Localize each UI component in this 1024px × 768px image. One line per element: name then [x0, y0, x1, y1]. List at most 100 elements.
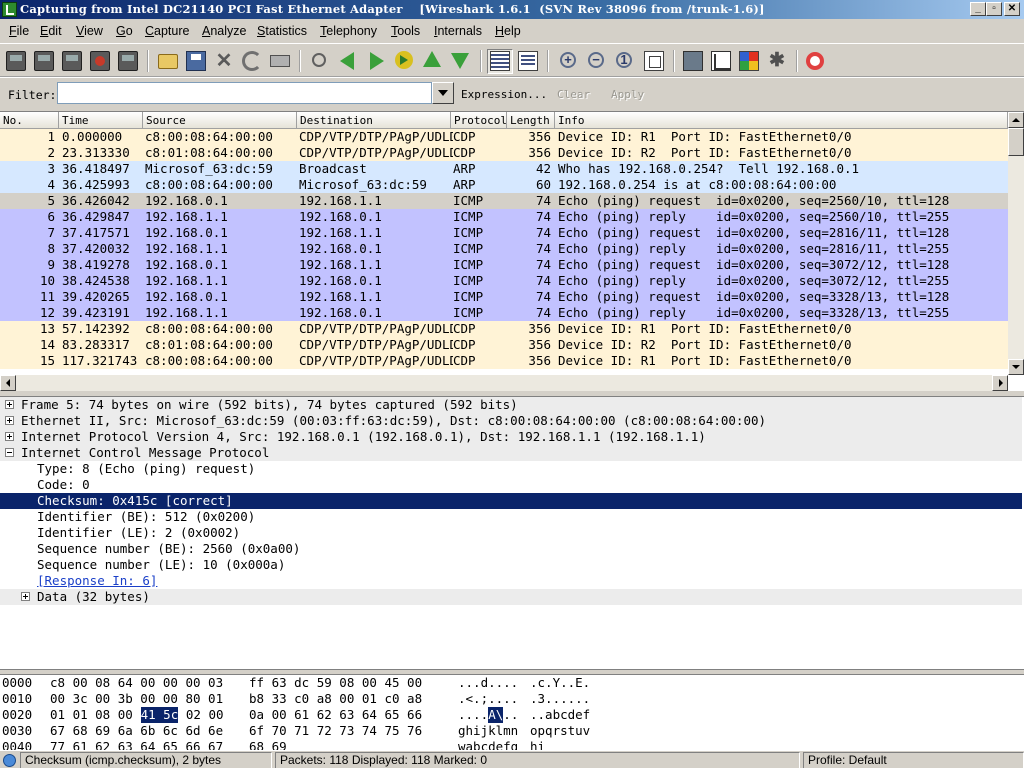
detail-tree-item[interactable]: Frame 5: 74 bytes on wire (592 bits), 74… [0, 397, 1022, 413]
restart-capture-icon[interactable] [118, 51, 138, 71]
packet-row[interactable]: 13 57.142392 c8:00:08:64:00:00 CDP/VTP/DTP/… [0, 321, 1008, 337]
go-forward-icon[interactable] [370, 52, 384, 70]
detail-tree-item[interactable]: [Response In: 6] [0, 573, 1022, 589]
menu-help[interactable]: Help [495, 24, 521, 38]
menu-edit[interactable]: Edit [40, 24, 62, 38]
display-filters-icon[interactable] [711, 51, 731, 71]
packet-row[interactable]: 9 38.419278 192.168.0.1 192.168.1.1 ICMP 74 Ec… [0, 257, 1008, 273]
packet-row[interactable]: 15 117.321743 c8:00:08:64:00:00 CDP/VTP/DTP… [0, 353, 1008, 369]
column-header-destination[interactable]: Destination [297, 112, 451, 129]
expression-button[interactable]: Expression... [461, 88, 547, 101]
scroll-down-button[interactable] [1008, 359, 1024, 375]
column-header-source[interactable]: Source [143, 112, 297, 129]
detail-tree-item[interactable]: Identifier (LE): 2 (0x0002) [0, 525, 1022, 541]
packet-row[interactable]: 6 36.429847 192.168.1.1 192.168.0.1 ICMP 74 Ec… [0, 209, 1008, 225]
packet-row[interactable]: 8 37.420032 192.168.1.1 192.168.0.1 ICMP 74 Ec… [0, 241, 1008, 257]
detail-tree-item[interactable]: Ethernet II, Src: Microsof_63:dc:59 (00:… [0, 413, 1022, 429]
start-capture-icon[interactable] [62, 51, 82, 71]
packet-row[interactable]: 12 39.423191 192.168.1.1 192.168.0.1 ICMP 74 E… [0, 305, 1008, 321]
expand-icon[interactable] [5, 432, 14, 441]
capture-filters-icon[interactable] [683, 51, 703, 71]
coloring-rules-icon[interactable] [739, 51, 759, 71]
packet-row[interactable]: 4 36.425993 c8:00:08:64:00:00 Microsof_63:d… [0, 177, 1008, 193]
packet-row[interactable]: 5 36.426042 192.168.0.1 192.168.1.1 ICMP 74 Ec… [0, 193, 1008, 209]
detail-tree-item[interactable]: Data (32 bytes) [0, 589, 1022, 605]
column-header-protocol[interactable]: Protocol [451, 112, 507, 129]
colorize-icon[interactable] [490, 51, 510, 71]
detail-tree-item[interactable]: Internet Control Message Protocol [0, 445, 1022, 461]
detail-tree-item[interactable]: Sequence number (LE): 10 (0x000a) [0, 557, 1022, 573]
detail-tree-item[interactable]: Internet Protocol Version 4, Src: 192.16… [0, 429, 1022, 445]
menu-telephony[interactable]: Telephony [320, 24, 377, 38]
menu-file[interactable]: File [9, 24, 29, 38]
packet-row[interactable]: 14 83.283317 c8:01:08:64:00:00 CDP/VTP/DTP/… [0, 337, 1008, 353]
last-packet-icon[interactable] [451, 53, 469, 69]
filter-dropdown-button[interactable] [432, 82, 454, 104]
column-header-no[interactable]: No. [0, 112, 59, 129]
resize-columns-icon[interactable] [644, 51, 664, 71]
menu-tools[interactable]: Tools [391, 24, 420, 38]
hex-dump-row[interactable]: 0000 c8 00 08 64 00 00 00 03 ff 63 dc 59 0… [0, 675, 1024, 691]
menu-internals[interactable]: Internals [434, 24, 482, 38]
packet-row[interactable]: 11 39.420265 192.168.0.1 192.168.1.1 ICMP 74 E… [0, 289, 1008, 305]
packet-row[interactable]: 10 38.424538 192.168.1.1 192.168.0.1 ICMP 74 E… [0, 273, 1008, 289]
apply-button[interactable]: Apply [611, 88, 644, 101]
packet-row[interactable]: 3 36.418497 Microsof_63:dc:59 Broadcast ARP 4… [0, 161, 1008, 177]
expand-icon[interactable] [21, 592, 30, 601]
scroll-left-button[interactable] [0, 375, 16, 391]
scroll-up-button[interactable] [1008, 112, 1024, 128]
column-header-time[interactable]: Time [59, 112, 143, 129]
hex-dump-row[interactable]: 0010 00 3c 00 3b 00 00 80 01 b8 33 c0 a8 0… [0, 691, 1024, 707]
detail-tree-item[interactable]: Checksum: 0x415c [correct] [0, 493, 1022, 509]
close-file-icon[interactable]: ✕ [214, 51, 234, 71]
preferences-icon[interactable]: ✱ [767, 51, 787, 71]
scroll-right-button[interactable] [992, 375, 1008, 391]
hex-dump-row[interactable]: 0020 01 01 08 00 41 5c 02 00 0a 00 61 62 6… [0, 707, 1024, 723]
interface-list-icon[interactable] [6, 51, 26, 71]
open-file-icon[interactable] [158, 54, 178, 69]
packet-row[interactable]: 1 0.000000 c8:00:08:64:00:00 CDP/VTP/DTP/PA… [0, 129, 1008, 145]
stop-capture-icon[interactable] [90, 51, 110, 71]
expert-info-icon[interactable] [3, 754, 16, 767]
clear-button[interactable]: Clear [557, 88, 590, 101]
packet-row[interactable]: 2 23.313330 c8:01:08:64:00:00 CDP/VTP/DTP/P… [0, 145, 1008, 161]
reload-icon[interactable] [242, 51, 262, 71]
column-header-info[interactable]: Info [555, 112, 1008, 129]
menu-go[interactable]: Go [116, 24, 133, 38]
capture-options-icon[interactable] [34, 51, 54, 71]
expand-icon[interactable] [5, 400, 14, 409]
help-icon[interactable] [806, 52, 824, 70]
hex-dump-row[interactable]: 0030 67 68 69 6a 6b 6c 6d 6e 6f 70 71 72 7… [0, 723, 1024, 739]
minimize-button[interactable]: _ [970, 2, 986, 16]
response-link[interactable]: [Response In: 6] [37, 573, 157, 589]
column-header-length[interactable]: Length [507, 112, 555, 129]
menu-capture[interactable]: Capture [145, 24, 189, 38]
normal-size-icon[interactable]: 1 [616, 52, 632, 68]
close-button[interactable]: ✕ [1004, 2, 1020, 16]
zoom-out-icon[interactable]: − [588, 52, 604, 68]
go-to-packet-icon[interactable] [395, 51, 413, 69]
detail-tree-item[interactable]: Sequence number (BE): 2560 (0x0a00) [0, 541, 1022, 557]
expand-icon[interactable] [5, 416, 14, 425]
detail-tree-item[interactable]: Code: 0 [0, 477, 1022, 493]
first-packet-icon[interactable] [423, 51, 441, 67]
detail-tree-item[interactable]: Identifier (BE): 512 (0x0200) [0, 509, 1022, 525]
title-bar[interactable]: Capturing from Intel DC21140 PCI Fast Et… [0, 0, 1024, 19]
go-back-icon[interactable] [340, 52, 354, 70]
find-packet-icon[interactable] [312, 53, 326, 67]
packet-list-hscrollbar[interactable] [0, 375, 1008, 392]
packet-row[interactable]: 7 37.417571 192.168.0.1 192.168.1.1 ICMP 74 Ec… [0, 225, 1008, 241]
menu-analyze[interactable]: Analyze [202, 24, 246, 38]
collapse-icon[interactable] [5, 448, 14, 457]
menu-view[interactable]: View [76, 24, 103, 38]
menu-statistics[interactable]: Statistics [257, 24, 307, 38]
auto-scroll-icon[interactable] [518, 51, 538, 71]
zoom-in-icon[interactable]: + [560, 52, 576, 68]
save-file-icon[interactable] [186, 51, 206, 71]
scroll-thumb[interactable] [1008, 128, 1024, 156]
status-profile[interactable]: Profile: Default [803, 752, 1024, 768]
print-icon[interactable] [270, 55, 290, 67]
detail-tree-item[interactable]: Type: 8 (Echo (ping) request) [0, 461, 1022, 477]
maximize-button[interactable]: ▫ [986, 2, 1002, 16]
display-filter-input[interactable] [57, 82, 432, 104]
